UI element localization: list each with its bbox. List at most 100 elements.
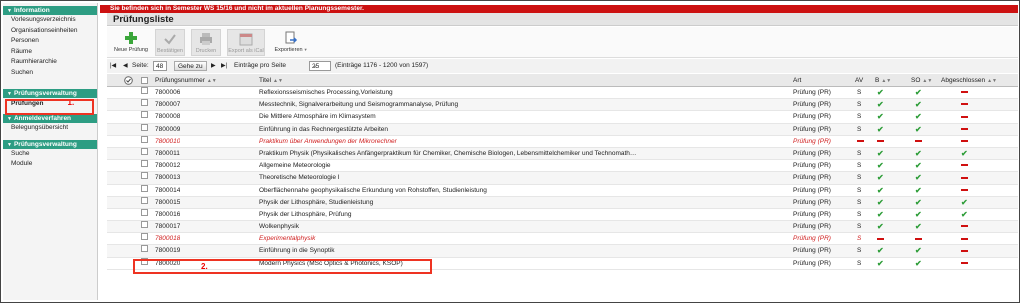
exam-title[interactable]: Praktikum über Anwendungen der Mikrorech…: [259, 136, 784, 148]
sidebar-section-anmeldeverfahren[interactable]: ▼ Anmeldeverfahren: [3, 114, 97, 124]
table-row[interactable]: 7800010 Praktikum über Anwendungen der Mi…: [107, 135, 1018, 148]
column-header-so[interactable]: SO ▲▼: [911, 74, 932, 88]
sidebar-item-belegungsuebersicht[interactable]: Belegungsübersicht: [3, 123, 97, 134]
exam-title[interactable]: Messtechnik, Signalverarbeitung und Seis…: [259, 99, 784, 111]
row-checkbox[interactable]: [141, 208, 148, 216]
exam-title[interactable]: Reflexionsseismisches Processing,Vorleis…: [259, 87, 784, 99]
table-row[interactable]: 7800008 Die Mittlere Atmosphäre im Klimas…: [107, 111, 1018, 124]
exam-number[interactable]: 7800010: [155, 136, 180, 148]
table-row[interactable]: 7800019 Einführung in die Synoptik Prüfung…: [107, 245, 1018, 258]
exam-title[interactable]: Einführung in das Rechnergestützte Arbei…: [259, 124, 784, 136]
row-checkbox[interactable]: [141, 147, 148, 155]
exam-type: Prüfung (PR): [793, 101, 831, 109]
exam-number[interactable]: 7800012: [155, 160, 180, 172]
table-row[interactable]: 7800013 Theoretische Meteorologie I Prüfun…: [107, 172, 1018, 185]
exam-title[interactable]: Allgemeine Meteorologie: [259, 160, 784, 172]
prev-page-icon[interactable]: ◀: [123, 59, 128, 73]
table-row[interactable]: 7800007 Messtechnik, Signalverarbeitung u…: [107, 99, 1018, 112]
row-checkbox[interactable]: [141, 233, 148, 241]
sidebar-item-module[interactable]: Module: [3, 159, 97, 170]
exam-type: Prüfung (PR): [793, 125, 831, 133]
export-button[interactable]: Exportieren▼: [271, 29, 311, 56]
row-checkbox[interactable]: [141, 184, 148, 192]
exam-type: Prüfung (PR): [793, 162, 831, 170]
go-to-button[interactable]: Gehe zu: [174, 61, 207, 71]
exam-title[interactable]: Wolkenphysik: [259, 221, 784, 233]
last-page-icon[interactable]: ▶|: [221, 59, 227, 73]
page-input[interactable]: 48: [153, 61, 167, 71]
row-checkbox[interactable]: [141, 196, 148, 204]
table-row[interactable]: 7800009 Einführung in das Rechnergestützt…: [107, 123, 1018, 136]
exam-title[interactable]: Physik der Lithosphäre, Prüfung: [259, 209, 784, 221]
sidebar-item-personen[interactable]: Personen: [3, 36, 97, 47]
column-header-b[interactable]: B ▲▼: [875, 74, 891, 88]
sidebar-section-pruefungsverwaltung-2[interactable]: ▼ Prüfungsverwaltung: [3, 139, 97, 149]
row-checkbox[interactable]: [141, 99, 148, 107]
column-header-title[interactable]: Titel ▲▼: [259, 74, 283, 88]
sidebar-item-raeume[interactable]: Räume: [3, 47, 97, 58]
row-checkbox[interactable]: [141, 135, 148, 143]
row-checkbox[interactable]: [141, 172, 148, 180]
exam-number[interactable]: 7800014: [155, 185, 180, 197]
export-ical-button[interactable]: Export als iCal: [227, 29, 265, 56]
print-button[interactable]: Drucken: [191, 29, 221, 56]
sort-icon: ▲▼: [273, 78, 283, 84]
table-row[interactable]: 7800015 Physik der Lithosphäre, Studienle…: [107, 196, 1018, 209]
table-row[interactable]: 7800014 Oberflächennahe geophysikalische …: [107, 184, 1018, 197]
column-header-abg[interactable]: Abgeschlossen ▲▼: [941, 74, 997, 88]
exam-title[interactable]: Theoretische Meteorologie I: [259, 172, 784, 184]
exam-title[interactable]: Die Mittlere Atmosphäre im Klimasystem: [259, 111, 784, 123]
exam-title[interactable]: Physik der Lithosphäre, Studienleistung: [259, 197, 784, 209]
next-page-icon[interactable]: ▶: [211, 59, 216, 73]
exam-number[interactable]: 7800008: [155, 111, 180, 123]
row-checkbox[interactable]: [141, 111, 148, 119]
exam-number[interactable]: 7800016: [155, 209, 180, 221]
page-title: Prüfungsliste: [107, 13, 1018, 26]
exam-number[interactable]: 7800007: [155, 99, 180, 111]
exam-title[interactable]: Praktikum Physik (Physikalisches Anfänge…: [259, 148, 784, 160]
exam-table: 7800006 Reflexionsseismisches Processing,…: [107, 87, 1018, 270]
table-row[interactable]: 7800016 Physik der Lithosphäre, Prüfung Pr…: [107, 208, 1018, 222]
exam-number[interactable]: 7800017: [155, 221, 180, 233]
table-row[interactable]: 7800006 Reflexionsseismisches Processing,…: [107, 87, 1018, 100]
column-header-art[interactable]: Art: [793, 74, 801, 87]
table-row[interactable]: 7800018 Experimentalphysik Prüfung (PR) S: [107, 233, 1018, 246]
exam-number[interactable]: 7800018: [155, 233, 180, 245]
table-row[interactable]: 7800012 Allgemeine Meteorologie Prüfung (P…: [107, 160, 1018, 173]
sidebar-item-suche[interactable]: Suche: [3, 149, 97, 160]
collapse-triangle-icon: ▼: [7, 116, 12, 123]
column-header-nr[interactable]: Prüfungsnummer ▲▼: [155, 74, 217, 88]
row-checkbox[interactable]: [141, 123, 148, 131]
sidebar-section-information[interactable]: ▼ Information: [3, 6, 97, 15]
first-page-icon[interactable]: |◀: [110, 59, 116, 73]
new-exam-button[interactable]: Neue Prüfung: [113, 29, 149, 56]
collapse-triangle-icon: ▼: [7, 90, 12, 97]
row-checkbox[interactable]: [141, 221, 148, 229]
table-row[interactable]: 7800017 Wolkenphysik Prüfung (PR) S ✔ ✔: [107, 221, 1018, 234]
exam-number[interactable]: 7800006: [155, 87, 180, 99]
exam-title[interactable]: Oberflächennahe geophysikalische Erkundu…: [259, 185, 784, 197]
select-all-icon[interactable]: [124, 74, 133, 87]
sidebar-section-pruefungsverwaltung[interactable]: ▼ Prüfungsverwaltung: [3, 88, 97, 98]
confirm-button[interactable]: Bestätigen: [155, 29, 185, 56]
exam-number[interactable]: 7800013: [155, 172, 180, 184]
exam-number[interactable]: 7800011: [155, 148, 180, 160]
exam-title[interactable]: Einführung in die Synoptik: [259, 245, 784, 257]
row-checkbox[interactable]: [141, 87, 148, 94]
av-status: S: [857, 174, 862, 182]
row-checkbox[interactable]: [141, 160, 148, 168]
select-all-checkbox[interactable]: [141, 77, 148, 84]
table-row[interactable]: 7800011 Praktikum Physik (Physikalisches …: [107, 147, 1018, 161]
exam-number[interactable]: 7800019: [155, 245, 180, 257]
sidebar-item-suchen[interactable]: Suchen: [3, 68, 97, 79]
sidebar-item-raumhierarchie[interactable]: Raumhierarchie: [3, 57, 97, 68]
sidebar-item-organisationseinheiten[interactable]: Organisationseinheiten: [3, 26, 97, 37]
sidebar-item-vorlesungsverzeichnis[interactable]: Vorlesungsverzeichnis: [3, 15, 97, 26]
row-checkbox[interactable]: [141, 245, 148, 253]
exam-title[interactable]: Experimentalphysik: [259, 233, 784, 245]
column-header-av[interactable]: AV: [855, 74, 863, 87]
check-icon: ✔: [877, 100, 884, 110]
exam-number[interactable]: 7800015: [155, 197, 180, 209]
per-page-select[interactable]: 25 ▼: [309, 61, 331, 71]
exam-number[interactable]: 7800009: [155, 124, 180, 136]
